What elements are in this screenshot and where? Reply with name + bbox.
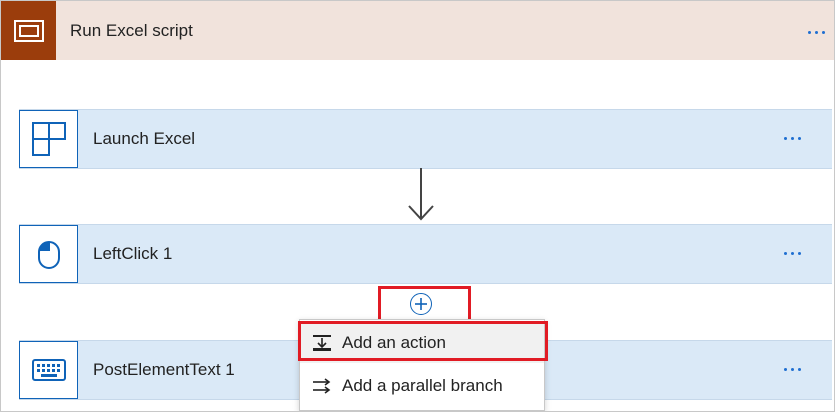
- scope-title: Run Excel script: [70, 21, 193, 40]
- step-card-launch-excel[interactable]: Launch Excel: [19, 109, 832, 169]
- insert-menu: Add an action Add a parallel branch: [299, 319, 545, 411]
- menu-item-label: Add a parallel branch: [342, 376, 503, 395]
- insert-step-button[interactable]: [410, 293, 432, 315]
- menu-item-label: Add an action: [342, 333, 446, 352]
- menu-item-add-action[interactable]: Add an action: [300, 323, 544, 363]
- keyboard-icon: [19, 341, 78, 399]
- step-more-button[interactable]: [777, 128, 807, 148]
- step-card-leftclick[interactable]: LeftClick 1: [19, 224, 832, 284]
- scope-header[interactable]: Run Excel script: [1, 1, 834, 60]
- add-action-icon: [311, 333, 333, 353]
- parallel-branch-icon: [311, 376, 333, 396]
- step-more-button[interactable]: [777, 243, 807, 263]
- window-icon: [1, 1, 56, 60]
- connector-arrow: [408, 168, 434, 221]
- step-title: PostElementText 1: [93, 360, 235, 379]
- header-more-button[interactable]: [801, 22, 831, 42]
- plus-icon: [415, 298, 427, 310]
- mouse-icon: [19, 225, 78, 283]
- step-title: Launch Excel: [93, 129, 196, 148]
- step-title: LeftClick 1: [93, 244, 173, 263]
- flow-canvas: Run Excel script Launch Excel LeftClick …: [0, 0, 835, 412]
- app-grid-icon: [19, 110, 78, 168]
- step-more-button[interactable]: [777, 359, 807, 379]
- menu-item-add-parallel-branch[interactable]: Add a parallel branch: [300, 366, 544, 406]
